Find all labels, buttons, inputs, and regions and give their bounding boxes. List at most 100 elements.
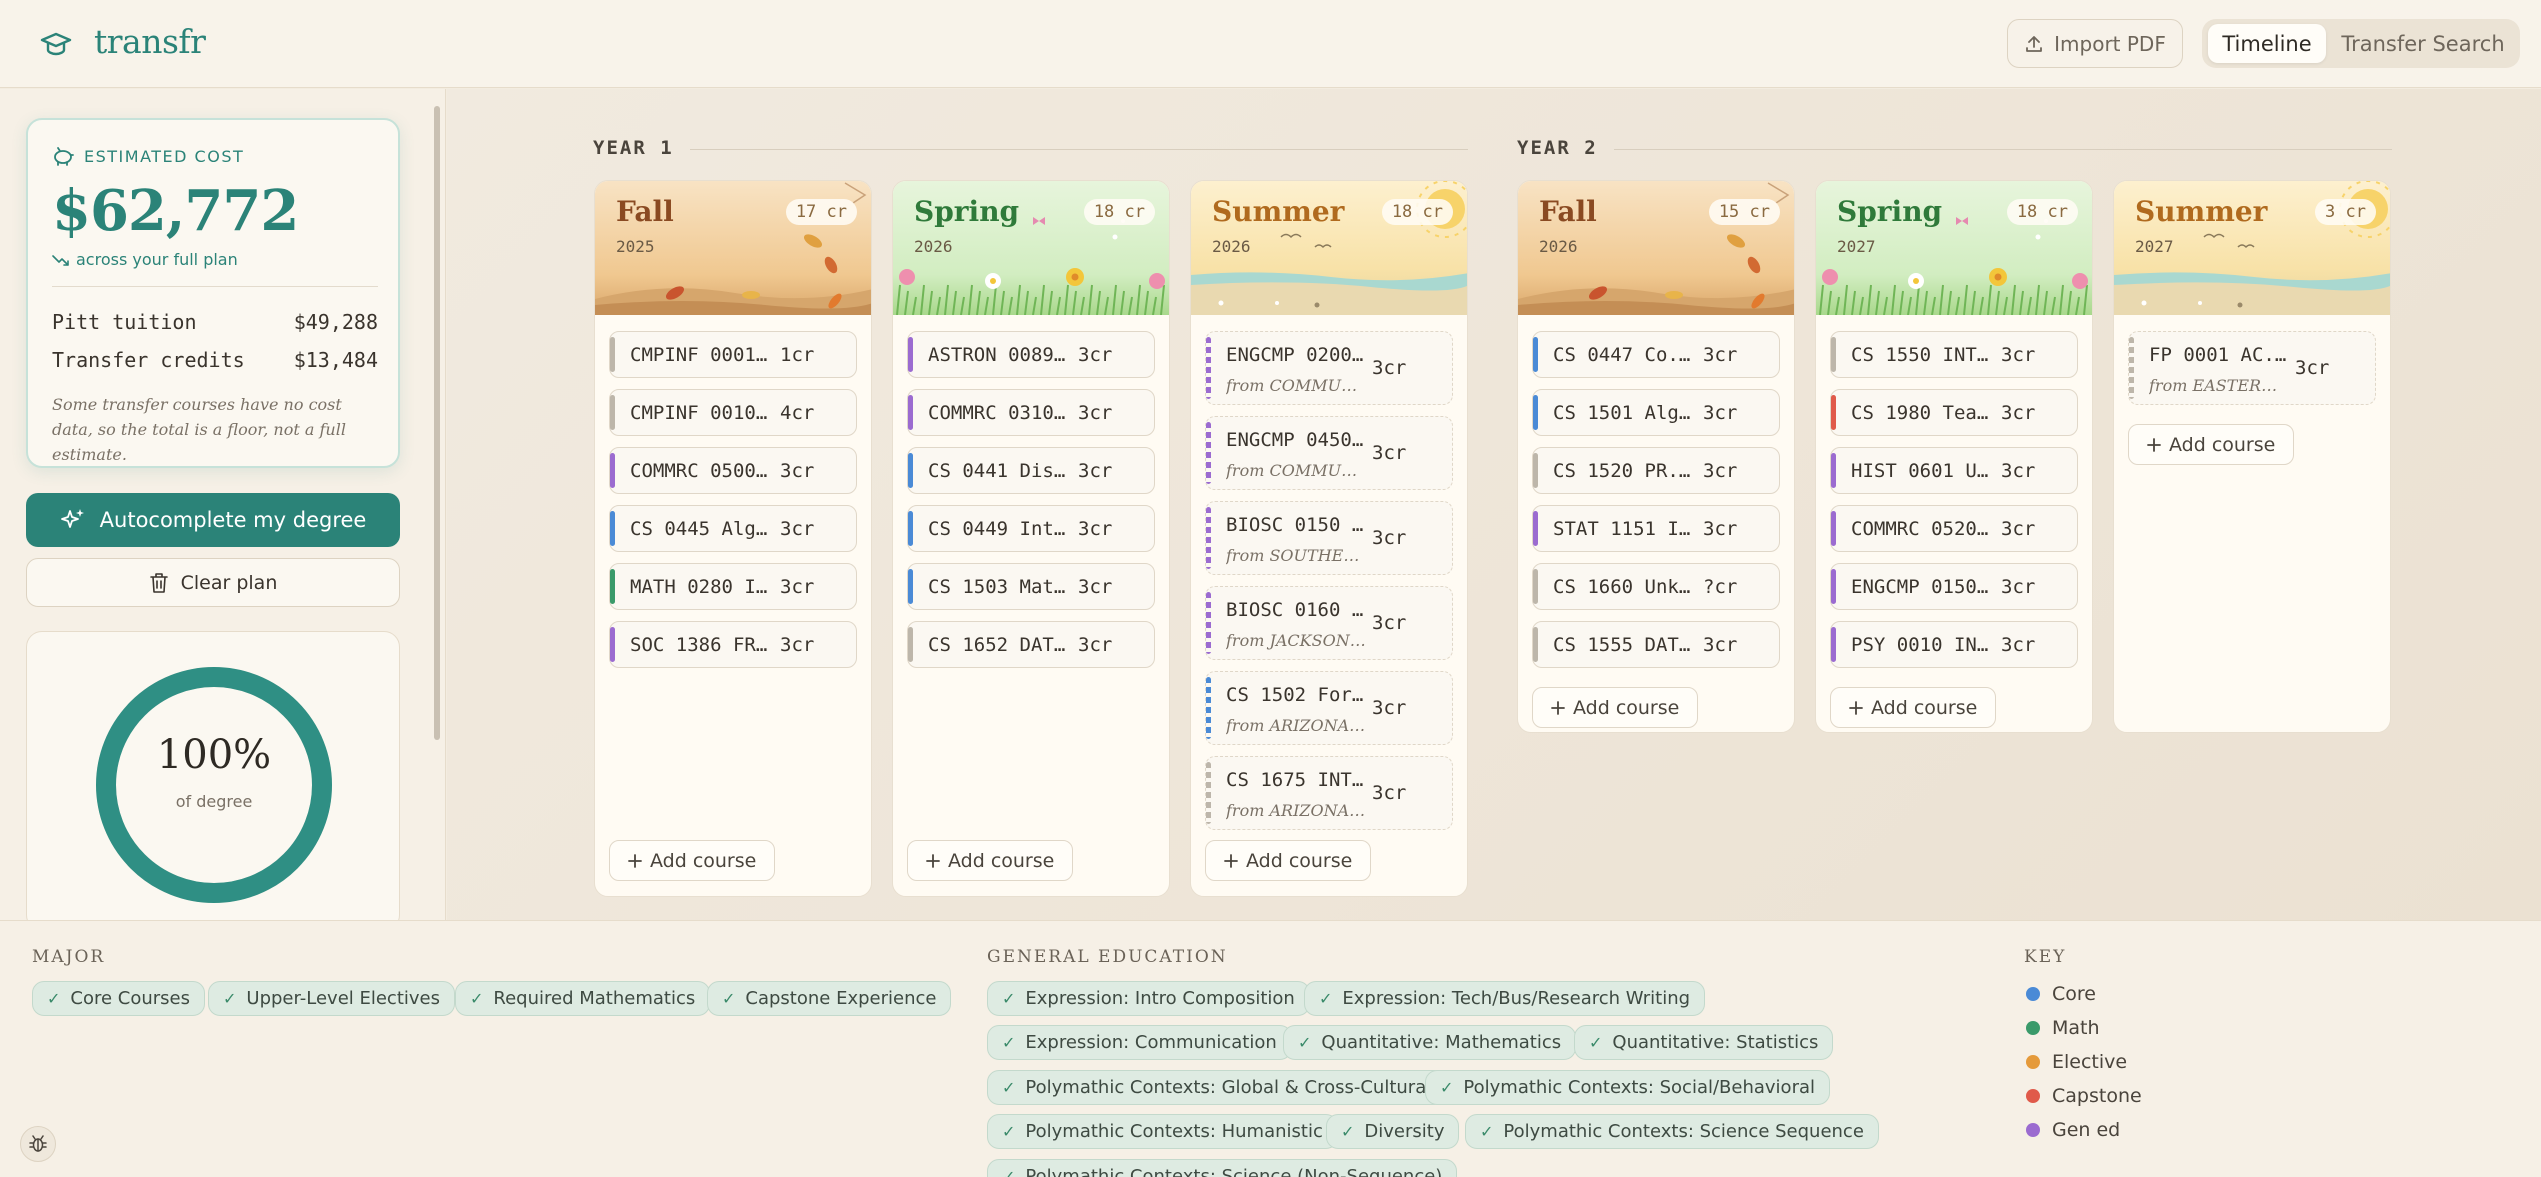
course-card[interactable]: SOC 1386 FR... 3cr xyxy=(609,621,857,668)
clear-plan-button[interactable]: Clear plan xyxy=(26,558,400,607)
course-card[interactable]: CMPINF 0010 E 4cr xyxy=(609,389,857,436)
course-transfer-source: from ARIZONA S... xyxy=(1226,716,1366,735)
course-card[interactable]: CS 0445 Alg... 3cr xyxy=(609,505,857,552)
course-card[interactable]: BIOSC 0150 F... 3cr from SOUTHER... xyxy=(1205,501,1453,575)
key-item: Capstone xyxy=(2026,1085,2142,1107)
plus-icon xyxy=(1849,700,1863,715)
course-card[interactable]: COMMRC 0310 F 3cr xyxy=(907,389,1155,436)
course-code: SOC 1386 FR... xyxy=(630,634,778,656)
app-logo[interactable]: transfr xyxy=(94,22,206,61)
requirement-chip[interactable]: ✓ Polymathic Contexts: Social/Behavioral xyxy=(1425,1070,1831,1105)
add-course-button[interactable]: Add course xyxy=(1830,687,1997,728)
course-card[interactable]: CS 1550 INT... 3cr xyxy=(1830,331,2078,378)
clear-plan-label: Clear plan xyxy=(180,571,278,594)
requirement-chip[interactable]: ✓ Expression: Communication xyxy=(987,1025,1292,1060)
add-course-label: Add course xyxy=(1871,696,1978,719)
check-icon: ✓ xyxy=(722,989,736,1008)
requirement-chip[interactable]: ✓ Quantitative: Mathematics xyxy=(1283,1025,1577,1060)
course-credits: 3cr xyxy=(1078,402,1113,424)
course-credits: 1cr xyxy=(780,344,815,366)
add-course-button[interactable]: Add course xyxy=(1205,840,1372,881)
requirement-chip[interactable]: ✓ Polymathic Contexts: Science Sequence xyxy=(1465,1114,1879,1149)
add-course-button[interactable]: Add course xyxy=(1532,687,1699,728)
debug-button[interactable] xyxy=(20,1126,56,1162)
term-year: 2025 xyxy=(616,237,655,256)
requirement-chip[interactable]: ✓ Quantitative: Statistics xyxy=(1574,1025,1834,1060)
course-card[interactable]: CS 1502 For... 3cr from ARIZONA S... xyxy=(1205,671,1453,745)
check-icon: ✓ xyxy=(223,989,237,1008)
requirement-chip[interactable]: ✓ Polymathic Contexts: Science (Non-Seque… xyxy=(987,1159,1458,1177)
course-card[interactable]: CS 1980 Tea... 3cr xyxy=(1830,389,2078,436)
tab-transfer-search[interactable]: Transfer Search xyxy=(2332,24,2514,63)
course-category-bar xyxy=(908,395,913,430)
requirement-chip[interactable]: ✓ Expression: Tech/Bus/Research Writing xyxy=(1304,981,1706,1016)
course-card[interactable]: ENGCMP 0200 S 3cr from COMMUNI... xyxy=(1205,331,1453,405)
add-course-button[interactable]: Add course xyxy=(609,840,776,881)
import-pdf-button[interactable]: Import PDF xyxy=(2007,19,2183,68)
requirement-chip[interactable]: ✓ Expression: Intro Composition xyxy=(987,981,1310,1016)
course-code: COMMRC 0520 F xyxy=(1851,518,1999,540)
scroll-thumb[interactable] xyxy=(434,106,440,740)
requirement-chip[interactable]: ✓ Core Courses xyxy=(32,981,206,1016)
check-icon: ✓ xyxy=(1002,1167,1016,1177)
course-card[interactable]: CMPINF 0001 C 1cr xyxy=(609,331,857,378)
course-card[interactable]: BIOSC 0160 F... 3cr from JACKSONV... xyxy=(1205,586,1453,660)
course-category-bar xyxy=(1533,627,1538,662)
requirement-chip[interactable]: ✓ Capstone Experience xyxy=(707,981,952,1016)
sidebar-scrollbar[interactable] xyxy=(432,92,442,918)
course-card[interactable]: CS 1501 Alg... 3cr xyxy=(1532,389,1780,436)
add-course-button[interactable]: Add course xyxy=(907,840,1074,881)
term-credits-badge: 18 cr xyxy=(2006,199,2078,225)
key-color-dot xyxy=(2026,1089,2040,1103)
degree-progress-card: 100% of degree xyxy=(26,631,400,931)
tab-timeline[interactable]: Timeline xyxy=(2208,24,2326,63)
requirement-chip[interactable]: ✓ Required Mathematics xyxy=(455,981,711,1016)
cost-row-value: $13,484 xyxy=(293,348,378,372)
course-credits: 3cr xyxy=(780,576,815,598)
course-code: CS 1980 Tea... xyxy=(1851,402,1999,424)
course-card[interactable]: CS 1660 Unk... ?cr xyxy=(1532,563,1780,610)
course-card[interactable]: CS 1555 DAT... 3cr xyxy=(1532,621,1780,668)
course-code: FP 0001 AC... xyxy=(2149,344,2287,366)
course-card[interactable]: CS 1503 Mat... 3cr xyxy=(907,563,1155,610)
autocomplete-button[interactable]: Autocomplete my degree xyxy=(26,493,400,547)
course-credits: 3cr xyxy=(1372,782,1407,804)
course-credits: 4cr xyxy=(780,402,815,424)
course-card[interactable]: ENGCMP 0150 V 3cr xyxy=(1830,563,2078,610)
course-card[interactable]: ASTRON 0089 S 3cr xyxy=(907,331,1155,378)
course-category-bar xyxy=(1831,337,1836,372)
term-season: Summer xyxy=(2135,195,2268,228)
course-card[interactable]: FP 0001 AC... 3cr from EASTERN ... xyxy=(2128,331,2376,405)
course-card[interactable]: CS 1675 INT... 3cr from ARIZONA S... xyxy=(1205,756,1453,830)
course-card[interactable]: CS 0441 Dis... 3cr xyxy=(907,447,1155,494)
course-credits: 3cr xyxy=(1372,357,1407,379)
cost-row-label: Transfer credits xyxy=(52,348,245,372)
course-card[interactable]: STAT 1151 I... 3cr xyxy=(1532,505,1780,552)
key-color-dot xyxy=(2026,1055,2040,1069)
term-year: 2027 xyxy=(1837,237,1876,256)
course-card[interactable]: PSY 0010 IN... 3cr xyxy=(1830,621,2078,668)
course-card[interactable]: COMMRC 0520 F 3cr xyxy=(1830,505,2078,552)
gen-ed-title: GENERAL EDUCATION xyxy=(987,947,1228,967)
requirement-chip[interactable]: ✓ Polymathic Contexts: Humanistic xyxy=(987,1114,1338,1149)
requirement-chip[interactable]: ✓ Polymathic Contexts: Global & Cross-Cul… xyxy=(987,1070,1447,1105)
course-card[interactable]: CS 0449 Intr...3cr xyxy=(907,505,1155,552)
requirement-label: Polymathic Contexts: Science Sequence xyxy=(1503,1121,1864,1142)
requirement-chip[interactable]: ✓ Diversity xyxy=(1326,1114,1460,1149)
add-course-button[interactable]: Add course xyxy=(2128,424,2295,465)
course-credits: 3cr xyxy=(1703,634,1738,656)
course-card[interactable]: HIST 0601 U... 3cr xyxy=(1830,447,2078,494)
course-card[interactable]: MATH 0280 I... 3cr xyxy=(609,563,857,610)
course-card[interactable]: ENGCMP 0450 F 3cr from COMMUNI... xyxy=(1205,416,1453,490)
course-category-bar xyxy=(1831,569,1836,604)
course-card[interactable]: CS 1652 DAT... 3cr xyxy=(907,621,1155,668)
course-card[interactable]: COMMRC 0500 A 3cr xyxy=(609,447,857,494)
course-credits: 3cr xyxy=(2001,344,2036,366)
course-card[interactable]: CS 0447 Co... 3cr xyxy=(1532,331,1780,378)
requirement-chip[interactable]: ✓ Upper-Level Electives xyxy=(208,981,455,1016)
course-credits: 3cr xyxy=(2001,576,2036,598)
plus-icon xyxy=(926,853,940,868)
top-bar: transfr Import PDF Timeline Transfer Sea… xyxy=(0,0,2541,88)
course-card[interactable]: CS 1520 PR... 3cr xyxy=(1532,447,1780,494)
key-title: KEY xyxy=(2024,947,2067,967)
